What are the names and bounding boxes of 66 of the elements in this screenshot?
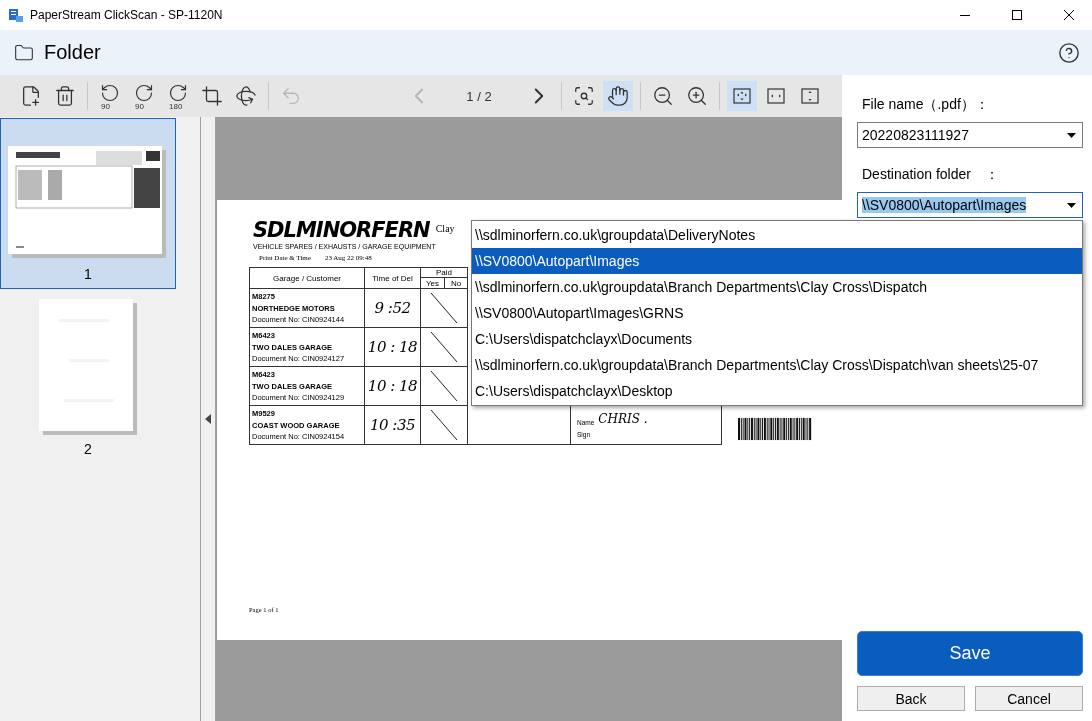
undo-icon (280, 85, 302, 107)
dropdown-option[interactable]: C:\Users\dispatchclayx\Documents (472, 326, 1082, 352)
time-cell: 10 :35 (365, 406, 421, 445)
page-thumbnail[interactable]: 1 (0, 118, 176, 289)
destination-dropdown[interactable]: \\SV0800\Autopart\Images (857, 192, 1083, 218)
page-thumbnail[interactable]: 2 (0, 289, 176, 464)
field-label: Destination folder ： (862, 166, 1000, 184)
field-label: File name（.pdf）： (862, 96, 990, 114)
table-header-cell: Yes (421, 278, 445, 289)
page-counter: 1 / 2 (465, 88, 493, 104)
tick-mark (429, 369, 459, 403)
close-icon (1064, 10, 1074, 20)
fit-height-icon (798, 86, 822, 106)
tick-mark (429, 330, 459, 364)
tick-mark (429, 408, 459, 442)
rotate-left-icon (100, 83, 120, 103)
company-logo: SDLMINORFERN (253, 218, 430, 242)
table-header-cell: Garage / Customer (249, 267, 365, 289)
dropdown-option[interactable]: \\sdlminorfern.co.uk\groupdata\Branch Departments\Clay Cross\Dispatch (472, 274, 1082, 300)
fit-width-icon (764, 86, 788, 106)
table-header-cell: Paid (421, 267, 468, 278)
time-cell: 9 :52 (365, 289, 421, 328)
trash-icon (54, 85, 76, 107)
time-cell: 10 : 18 (365, 328, 421, 367)
crop-icon (201, 85, 223, 107)
window-title: PaperStream ClickScan - SP-1120N (30, 8, 224, 22)
rotate-right-icon (134, 83, 154, 103)
branch-name: Clay (435, 223, 455, 234)
rotate-right-button[interactable]: 90 (129, 81, 159, 111)
collapse-arrow-icon (205, 414, 211, 424)
back-button[interactable]: Back (857, 686, 965, 711)
page-number: 1 (84, 266, 92, 282)
hand-icon (607, 85, 629, 107)
signature-value: CHRIS . (598, 411, 648, 426)
rotate-right-icon (168, 83, 188, 103)
save-button[interactable]: Save (857, 631, 1083, 676)
dropdown-option[interactable]: \\SV0800\Autopart\Images\GRNS (472, 300, 1082, 326)
help-icon[interactable] (1058, 41, 1080, 64)
minimize-icon (960, 14, 970, 16)
zoom-out-icon (652, 85, 674, 107)
cancel-button[interactable]: Cancel (975, 686, 1083, 711)
tick-mark (429, 291, 459, 325)
rotate-right-button[interactable]: 180 (163, 81, 193, 111)
scanner-icon (8, 7, 24, 23)
table-header-cell: Time of Del (365, 267, 421, 289)
caret-icon (1067, 132, 1076, 138)
zoom-in-icon (686, 85, 708, 107)
caret-icon (1067, 202, 1076, 208)
folder-icon (14, 42, 34, 63)
dropdown-option[interactable]: \\SV0800\Autopart\Images (472, 248, 1082, 274)
file-name-dropdown[interactable]: 20220823111927 (857, 122, 1083, 148)
dropdown-option[interactable]: \\sdlminorfern.co.uk\groupdata\Branch Departments\Clay Cross\Dispatch\van sheets\25-07 (472, 352, 1082, 378)
maximize-icon (1012, 10, 1022, 20)
dropdown-option[interactable]: \\sdlminorfern.co.uk\groupdata\DeliveryNotes (472, 222, 1082, 248)
page-number: 2 (84, 441, 92, 457)
fit-page-icon (730, 86, 754, 106)
page-title: Folder (44, 41, 102, 64)
dropdown-option[interactable]: C:\Users\dispatchclayx\Desktop (472, 378, 1082, 404)
hand-tool-button[interactable] (603, 81, 633, 111)
table-header-cell: No (445, 278, 468, 289)
rotate-square-icon (235, 85, 257, 107)
magnifier-icon (573, 85, 595, 107)
page-plus-icon (20, 85, 42, 107)
rotate-left-button[interactable]: 90 (95, 81, 125, 111)
time-cell: 10 : 18 (365, 367, 421, 406)
fit-page-button[interactable] (727, 81, 757, 111)
